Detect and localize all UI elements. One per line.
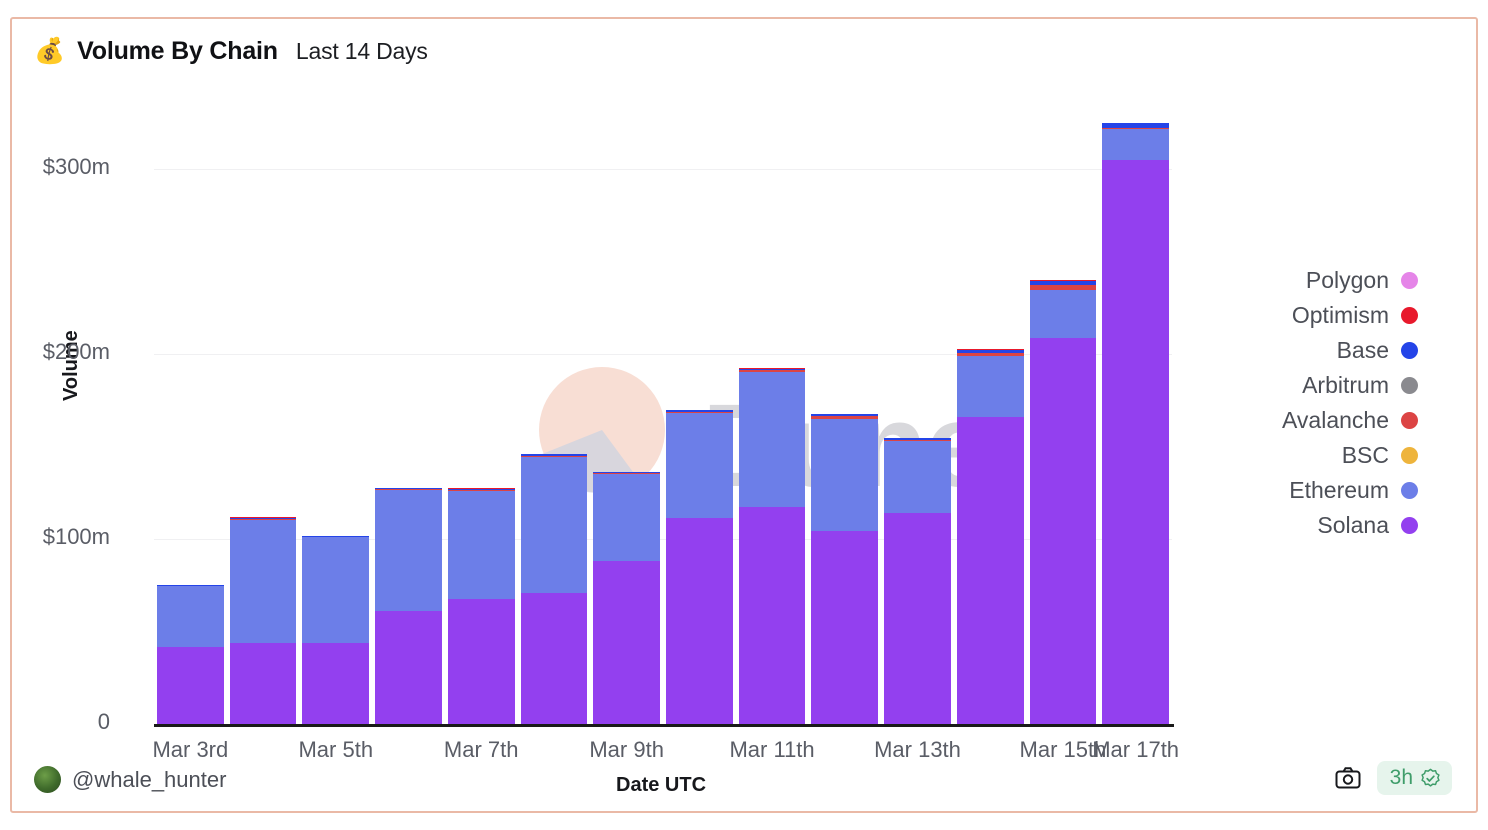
bar-stack[interactable] — [229, 517, 297, 724]
legend-item-optimism[interactable]: Optimism — [1292, 302, 1418, 329]
x-tick-label: Mar 5th — [298, 737, 374, 762]
bar-segment-solana — [375, 611, 442, 724]
bar-segment-ethereum — [811, 419, 879, 531]
bar-segment-ethereum — [375, 490, 442, 612]
legend-item-arbitrum[interactable]: Arbitrum — [1302, 372, 1418, 399]
footer-actions: 3h — [1335, 761, 1452, 795]
legend-item-base[interactable]: Base — [1337, 337, 1418, 364]
bar-stack[interactable] — [811, 413, 879, 724]
legend-item-label: Solana — [1317, 512, 1389, 538]
money-bag-icon: 💰 — [34, 37, 66, 65]
x-tick-label: Mar 7th — [443, 737, 519, 762]
legend-color-swatch — [1401, 342, 1418, 359]
bar-stack[interactable] — [520, 454, 588, 724]
bar-segment-solana — [302, 642, 370, 724]
bar-segment-ethereum — [956, 356, 1024, 418]
legend-item-avalanche[interactable]: Avalanche — [1282, 407, 1418, 434]
bar-segment-solana — [666, 517, 733, 724]
bar-segment-solana — [157, 647, 224, 724]
bar-stack[interactable] — [884, 438, 951, 724]
x-tick-label: Mar 17th — [1092, 737, 1180, 762]
bar-segment-ethereum — [229, 519, 297, 643]
legend-color-swatch — [1401, 272, 1418, 289]
freshness-label: 3h — [1389, 766, 1413, 789]
bar-segment-ethereum — [157, 586, 224, 648]
bar-segment-solana — [593, 561, 660, 724]
bar-segment-solana — [229, 642, 297, 724]
legend-item-bsc[interactable]: BSC — [1342, 442, 1418, 469]
legend-color-swatch — [1401, 412, 1418, 429]
y-tick-label: $100m — [42, 524, 110, 550]
bar-segment-solana — [738, 506, 806, 724]
legend-color-swatch — [1401, 307, 1418, 324]
bar-stack[interactable] — [447, 488, 515, 724]
x-tick-label: Mar 11th — [729, 737, 815, 762]
chart-header: 💰 Volume By Chain Last 14 Days — [34, 37, 428, 66]
legend-color-swatch — [1401, 447, 1418, 464]
bar-segment-ethereum — [666, 413, 733, 518]
legend-color-swatch — [1401, 482, 1418, 499]
verified-badge-icon — [1421, 768, 1440, 787]
bar-segment-ethereum — [447, 491, 515, 600]
bar-segment-ethereum — [1102, 128, 1169, 161]
page-title: Volume By Chain — [77, 37, 278, 65]
bar-segment-solana — [447, 599, 515, 724]
legend-item-solana[interactable]: Solana — [1317, 512, 1418, 539]
camera-icon[interactable] — [1335, 766, 1361, 790]
bar-segment-ethereum — [593, 474, 660, 562]
chart-subtitle: Last 14 Days — [295, 38, 428, 64]
x-tick-label: Mar 13th — [874, 737, 961, 762]
bar-segment-ethereum — [738, 371, 806, 507]
legend-item-ethereum[interactable]: Ethereum — [1289, 477, 1418, 504]
y-tick-label: 0 — [97, 709, 110, 734]
bar-stack[interactable] — [956, 349, 1024, 724]
plot-area — [154, 114, 1172, 724]
bar-segment-ethereum — [884, 441, 951, 514]
bar-segment-solana — [884, 513, 951, 724]
legend-item-label: BSC — [1341, 442, 1389, 468]
y-tick-label: $300m — [42, 154, 110, 180]
bar-stack[interactable] — [375, 487, 442, 724]
gridline — [154, 169, 1172, 171]
bar-segment-solana — [1102, 160, 1169, 724]
bar-segment-solana — [1029, 337, 1097, 724]
legend-item-label: Avalanche — [1282, 407, 1389, 433]
legend-color-swatch — [1401, 377, 1418, 394]
bar-stack[interactable] — [1102, 122, 1169, 724]
bar-segment-solana — [811, 530, 879, 724]
author-handle: @whale_hunter — [72, 766, 227, 792]
bar-stack[interactable] — [738, 368, 806, 724]
bar-segment-ethereum — [1029, 289, 1097, 338]
chart-card: 💰 Volume By Chain Last 14 Days Dune Volu… — [10, 17, 1478, 813]
bar-stack[interactable] — [157, 585, 224, 724]
author-credit: @whale_hunter — [34, 766, 226, 793]
bar-stack[interactable] — [302, 535, 370, 724]
bar-stack[interactable] — [593, 471, 660, 724]
status-badge[interactable]: 3h — [1376, 761, 1452, 795]
bar-segment-solana — [520, 592, 588, 724]
x-axis-line — [154, 724, 1174, 727]
bar-stack[interactable] — [666, 410, 733, 724]
legend-item-label: Ethereum — [1289, 477, 1389, 503]
legend-color-swatch — [1401, 517, 1418, 534]
legend-item-label: Optimism — [1291, 302, 1389, 328]
chart-legend: Polygon Optimism Base Arbitrum Avalanche BSC E… — [1282, 267, 1418, 539]
x-axis-title: Date UTC — [616, 774, 707, 796]
avatar — [34, 766, 61, 793]
bar-segment-solana — [956, 417, 1024, 724]
bar-segment-ethereum — [302, 537, 370, 643]
x-tick-label: Mar 3rd — [152, 737, 229, 762]
legend-item-label: Base — [1336, 337, 1389, 363]
x-tick-label: Mar 9th — [589, 737, 664, 762]
bar-segment-ethereum — [520, 456, 588, 593]
bar-stack[interactable] — [1029, 280, 1097, 724]
legend-item-label: Polygon — [1305, 267, 1389, 293]
legend-item-polygon[interactable]: Polygon — [1306, 267, 1418, 294]
legend-item-label: Arbitrum — [1302, 372, 1389, 398]
y-tick-label: $200m — [42, 339, 110, 365]
